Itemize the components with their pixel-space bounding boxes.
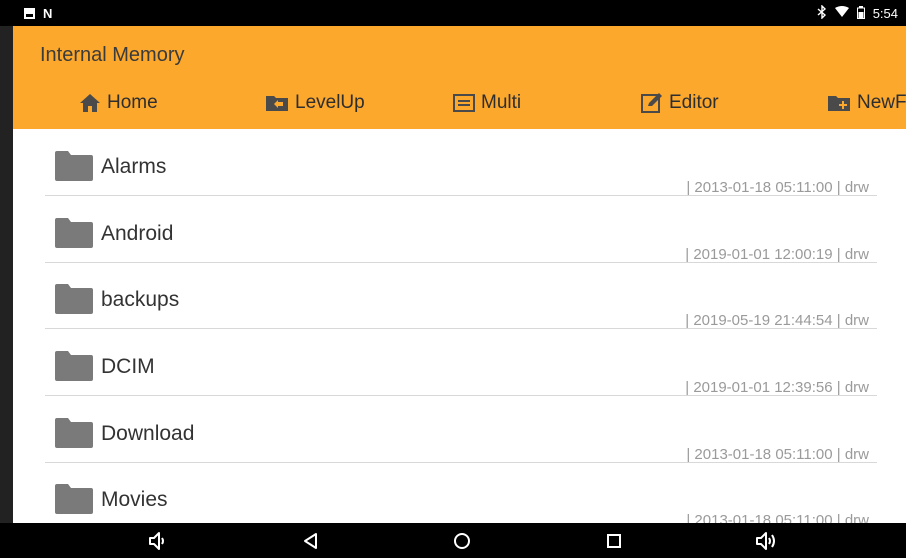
volume-up-icon xyxy=(754,530,776,552)
bluetooth-icon xyxy=(817,4,827,22)
editor-button[interactable]: Editor xyxy=(641,92,719,114)
recents-icon xyxy=(603,530,625,552)
list-item[interactable]: DCIM | 2019-01-01 12:39:56 | drw xyxy=(45,329,877,396)
list-item[interactable]: Download | 2013-01-18 05:11:00 | drw xyxy=(45,396,877,463)
navigation-bar xyxy=(0,523,906,558)
folder-icon xyxy=(55,151,93,181)
wifi-icon xyxy=(834,6,849,21)
file-list: Alarms | 2013-01-18 05:11:00 | drw Andro… xyxy=(13,129,906,523)
new-folder-button[interactable]: NewFo xyxy=(827,92,906,114)
file-name: Android xyxy=(101,222,174,245)
status-notifications: N xyxy=(24,6,52,21)
volume-down-icon xyxy=(146,530,168,552)
page-title: Internal Memory xyxy=(40,44,185,66)
back-icon xyxy=(300,530,322,552)
back-button[interactable] xyxy=(300,530,322,552)
file-name: Download xyxy=(101,422,195,445)
folder-icon xyxy=(55,418,93,448)
home-button[interactable]: Home xyxy=(79,92,158,114)
home-label: Home xyxy=(107,92,158,113)
home-circle-icon xyxy=(451,530,473,552)
folder-icon xyxy=(55,284,93,314)
list-item[interactable]: backups | 2019-05-19 21:44:54 | drw xyxy=(45,262,877,329)
file-meta: | 2013-01-18 05:11:00 | drw xyxy=(686,512,869,523)
editor-label: Editor xyxy=(669,92,719,113)
file-meta: | 2019-01-01 12:00:19 | drw xyxy=(685,246,869,263)
n-notification-icon: N xyxy=(43,6,53,21)
file-name: Alarms xyxy=(101,155,167,178)
image-notification-icon xyxy=(24,8,35,19)
toolbar: Home LevelUp Multi Editor NewFo xyxy=(13,92,906,122)
app-header: Internal Memory Home LevelUp Multi Edito… xyxy=(13,26,906,129)
folder-icon xyxy=(55,218,93,248)
file-name: Movies xyxy=(101,488,168,511)
new-folder-icon xyxy=(827,94,851,112)
recents-button[interactable] xyxy=(603,530,625,552)
multi-select-icon xyxy=(453,94,475,112)
file-meta: | 2019-01-01 12:39:56 | drw xyxy=(685,379,869,396)
new-folder-label: NewFo xyxy=(857,92,906,113)
home-nav-button[interactable] xyxy=(451,530,473,552)
folder-icon xyxy=(55,484,93,514)
list-item[interactable]: Android | 2019-01-01 12:00:19 | drw xyxy=(45,196,877,263)
multi-label: Multi xyxy=(481,92,522,113)
file-name: backups xyxy=(101,288,180,311)
levelup-button[interactable]: LevelUp xyxy=(265,92,365,114)
levelup-label: LevelUp xyxy=(295,92,365,113)
edit-icon xyxy=(641,93,663,113)
file-meta: | 2019-05-19 21:44:54 | drw xyxy=(685,312,869,329)
battery-icon xyxy=(856,5,865,22)
volume-down-button[interactable] xyxy=(146,530,168,552)
list-item[interactable]: Movies | 2013-01-18 05:11:00 | drw xyxy=(45,462,877,523)
status-bar: N 5:54 xyxy=(0,0,906,26)
file-name: DCIM xyxy=(101,355,155,378)
folder-up-icon xyxy=(265,94,289,112)
folder-icon xyxy=(55,351,93,381)
multi-button[interactable]: Multi xyxy=(453,92,521,114)
file-meta: | 2013-01-18 05:11:00 | drw xyxy=(686,446,869,463)
volume-up-button[interactable] xyxy=(754,530,776,552)
home-icon xyxy=(79,93,101,113)
status-indicators: 5:54 xyxy=(817,4,898,22)
file-meta: | 2013-01-18 05:11:00 | drw xyxy=(686,179,869,196)
list-item[interactable]: Alarms | 2013-01-18 05:11:00 | drw xyxy=(45,129,877,196)
clock: 5:54 xyxy=(872,6,898,21)
left-edge-strip xyxy=(0,26,13,523)
